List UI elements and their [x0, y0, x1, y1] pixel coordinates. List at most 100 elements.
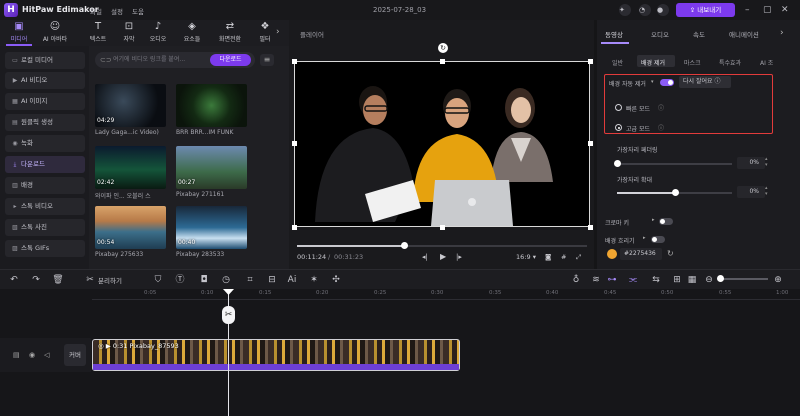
link-tracks-icon[interactable]: ⊶ [606, 274, 618, 286]
sidebar-item-stock-photo[interactable]: ▧ 스톡 사진 [5, 219, 85, 236]
stepper-icon[interactable]: ▴ ▾ [765, 185, 768, 197]
media-thumbnail[interactable]: 02:42 [95, 146, 166, 189]
redo-icon[interactable]: ↷ [30, 274, 42, 286]
resize-handle[interactable] [292, 141, 297, 146]
sidebar-item-ai-video[interactable]: ▶ AI 비디오 [5, 72, 85, 89]
rotate-icon[interactable]: ↻ [438, 43, 448, 53]
tool-elements[interactable]: ◈ 요소들 [176, 21, 208, 45]
fullscreen-icon[interactable]: ⤢ [576, 253, 581, 262]
resize-handle[interactable] [588, 141, 593, 146]
sidebar-item-local-media[interactable]: ▭ 로컬 미디어 [5, 52, 85, 69]
menu-file[interactable]: 파일 [90, 6, 102, 16]
minimize-icon[interactable]: – [745, 3, 759, 17]
resize-handle[interactable] [292, 59, 297, 64]
next-frame-icon[interactable]: |▸ [456, 253, 462, 261]
video-preview[interactable] [294, 61, 590, 227]
fast-mode-radio[interactable] [615, 104, 622, 111]
bg-blur-toggle[interactable] [651, 236, 665, 243]
slider-handle[interactable] [614, 160, 621, 167]
mic-icon[interactable]: ♁ [570, 274, 582, 286]
tool-ai-avatar[interactable]: ☺ AI 아바타 [39, 21, 71, 45]
menu-settings[interactable]: 설정 [111, 6, 123, 16]
color-swatch[interactable] [607, 249, 617, 259]
delete-icon[interactable]: 🗑 [52, 274, 64, 286]
subtab-general[interactable]: 일반 [612, 58, 623, 67]
media-thumbnail[interactable]: 00:54 [95, 206, 166, 249]
slider-handle[interactable] [671, 189, 679, 196]
edge-expand-slider[interactable] [617, 189, 732, 196]
aspect-ratio-select[interactable]: 16:9 ▾ [516, 253, 536, 261]
tool-audio[interactable]: ♪ 오디오 [142, 21, 174, 45]
resize-handle[interactable] [588, 59, 593, 64]
sidebar-item-background[interactable]: ▥ 배경 [5, 177, 85, 194]
tab-animation[interactable]: 애니메이션 [729, 29, 759, 39]
mask-tool-icon[interactable]: ◘ [198, 274, 210, 286]
tool-subtitle[interactable]: ⊡ 자막 [113, 21, 145, 45]
zoom-in-icon[interactable]: ⊕ [772, 274, 784, 286]
text-tool-icon[interactable]: Ⓣ [174, 274, 186, 286]
sidebar-item-ai-image[interactable]: ▦ AI 이미지 [5, 93, 85, 110]
stepper-icon[interactable]: ▴ ▾ [765, 156, 768, 168]
maximize-icon[interactable]: ▢ [763, 3, 777, 17]
edge-expand-value[interactable]: 0% [737, 186, 765, 198]
split-label[interactable]: 분리하기 [98, 275, 122, 285]
play-icon[interactable]: ▶ [440, 252, 446, 261]
bell-icon[interactable]: ◔ [639, 4, 651, 16]
tab-speed[interactable]: 속도 [693, 29, 705, 39]
media-thumbnail[interactable]: 00:40 [176, 206, 247, 249]
crop-icon[interactable]: ⌗ [244, 274, 256, 286]
voice-icon[interactable]: ≋ [590, 274, 602, 286]
media-thumbnail[interactable] [176, 84, 247, 127]
sidebar-item-stock-gifs[interactable]: ▨ 스톡 GIFs [5, 240, 85, 257]
fit-icon[interactable]: ⊞ [671, 274, 683, 286]
magic-icon[interactable]: ✶ [308, 274, 320, 286]
snapshot-icon[interactable]: ◙ [545, 253, 551, 261]
tool-media[interactable]: ▣ 미디어 [3, 21, 35, 45]
export-button[interactable]: ⇪ 내보내기 [676, 3, 735, 17]
mute-icon[interactable]: ◁ [44, 351, 49, 359]
track-video-icon[interactable]: ▤ [13, 351, 20, 359]
tool-transition[interactable]: ⇄ 화면전환 [214, 21, 246, 45]
profile-icon[interactable]: ● [657, 4, 669, 16]
subtab-effects[interactable]: 특수효과 [719, 58, 741, 67]
speed-icon[interactable]: ◷ [220, 274, 232, 286]
tool-text[interactable]: T 텍스트 [82, 21, 114, 45]
chevron-right-icon[interactable]: › [780, 28, 784, 38]
prev-frame-icon[interactable]: ◂| [422, 253, 428, 261]
undo-icon[interactable]: ↶ [8, 274, 20, 286]
edge-feather-slider[interactable] [614, 160, 732, 167]
download-button[interactable]: 다운로드 [210, 54, 251, 66]
subtab-mask[interactable]: 마스크 [684, 58, 701, 67]
zoom-slider[interactable] [718, 278, 768, 280]
visibility-icon[interactable]: ◉ [29, 351, 35, 359]
zoom-out-icon[interactable]: ⊖ [703, 274, 715, 286]
snap-icon[interactable]: ⫘ [627, 274, 639, 286]
freeze-icon[interactable]: ⊟ [266, 274, 278, 286]
split-icon[interactable]: ✂ [84, 274, 96, 286]
reset-icon[interactable]: ↻ [667, 249, 674, 258]
tab-audio[interactable]: 오디오 [651, 29, 669, 39]
grid-view-icon[interactable]: ▦ [686, 274, 698, 286]
menu-help[interactable]: 도움 [132, 6, 144, 16]
tab-video[interactable]: 동영상 [605, 29, 623, 39]
shield-icon[interactable]: ⛉ [152, 274, 164, 286]
marker-icon[interactable]: ⇆ [650, 274, 662, 286]
resize-handle[interactable] [588, 225, 593, 230]
ai-tool-icon[interactable]: Ai [286, 274, 298, 286]
resize-handle[interactable] [440, 59, 445, 64]
media-thumbnail[interactable]: 00:27 [176, 146, 247, 189]
grid-icon[interactable]: # [561, 253, 566, 261]
sidebar-item-stock-video[interactable]: ▸ 스톡 비디오 [5, 198, 85, 215]
sidebar-item-download[interactable]: ⤓ 다운로드 [5, 156, 85, 173]
cover-button[interactable]: 커버 [64, 344, 86, 366]
subtab-bg-remove[interactable]: 배경 제거 [641, 58, 665, 67]
sidebar-item-record[interactable]: ◉ 녹화 [5, 135, 85, 152]
zoom-handle[interactable] [717, 275, 724, 282]
media-thumbnail[interactable]: 04:29 [95, 84, 166, 127]
retry-button[interactable]: 다시 잘어요 ⓘ [679, 76, 731, 88]
bg-remove-toggle[interactable] [660, 79, 674, 86]
scissors-icon[interactable]: ✂ [222, 306, 235, 324]
sidebar-item-one-click[interactable]: ▤ 원클릭 생성 [5, 114, 85, 131]
chevron-right-icon[interactable]: › [276, 27, 280, 37]
gift-icon[interactable]: ✦ [619, 4, 631, 16]
